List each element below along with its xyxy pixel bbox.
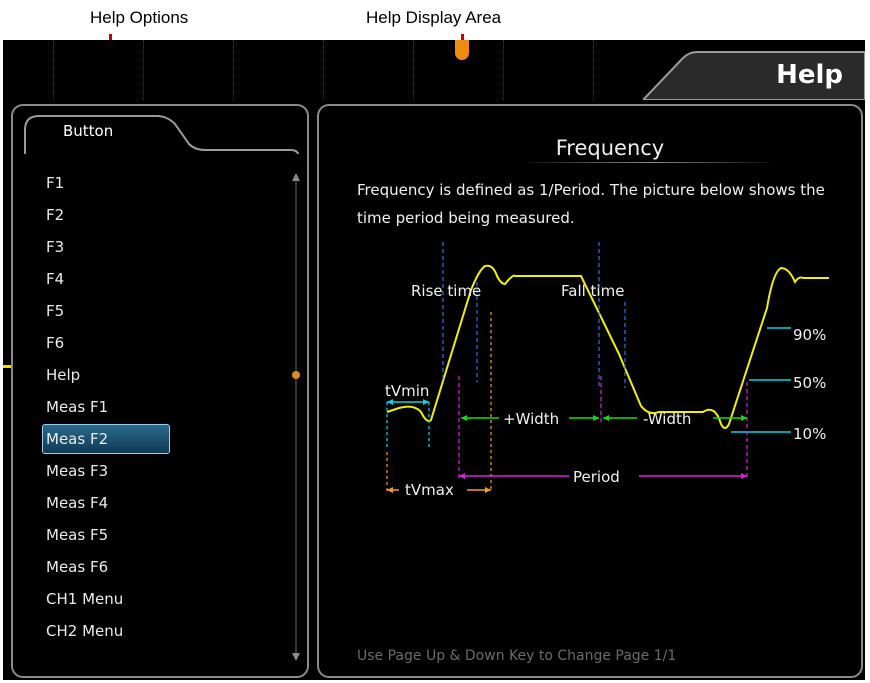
- trigger-marker-icon: [455, 40, 469, 60]
- page-hint: Use Page Up & Down Key to Change Page 1/…: [357, 648, 677, 664]
- fall-time-label: Fall time: [561, 282, 624, 300]
- scope-screen: Help Button F1 F2 F3 F4 F5 F6 Help Meas F1 Meas …: [3, 40, 865, 680]
- plus-width-label: +Width: [503, 410, 559, 428]
- tvmin-label: tVmin: [385, 382, 429, 400]
- help-option-item[interactable]: Meas F2: [42, 424, 170, 454]
- grid-line: [143, 40, 144, 100]
- minus-width-label: -Width: [643, 410, 691, 428]
- grid-line: [593, 40, 594, 100]
- up-arrow-icon[interactable]: [292, 173, 300, 181]
- grid-line: [503, 40, 504, 100]
- help-option-item[interactable]: F2: [43, 199, 283, 231]
- rise-time-label: Rise time: [411, 282, 481, 300]
- level-10-label: 10%: [793, 425, 826, 443]
- annotation-help-display-area: Help Display Area: [366, 8, 502, 27]
- grid-line: [233, 40, 234, 100]
- button-tab-outline: [24, 115, 299, 154]
- help-option-item[interactable]: F1: [43, 167, 283, 199]
- level-90-label: 90%: [793, 326, 826, 344]
- help-option-item[interactable]: CH2 Menu: [43, 615, 283, 647]
- window-title: Help: [776, 60, 843, 90]
- help-option-item[interactable]: Meas F6: [43, 551, 283, 583]
- help-option-item[interactable]: Meas F1: [43, 391, 283, 423]
- help-options-panel: Button F1 F2 F3 F4 F5 F6 Help Meas F1 Meas F2 Mea…: [11, 104, 309, 678]
- help-option-item[interactable]: F3: [43, 231, 283, 263]
- help-option-item[interactable]: CH1 Menu: [43, 583, 283, 615]
- tab-button[interactable]: Button: [63, 122, 113, 140]
- help-option-item[interactable]: Meas F3: [43, 455, 283, 487]
- help-display-panel: Frequency Frequency is defined as 1/Peri…: [317, 104, 863, 678]
- help-option-item[interactable]: F5: [43, 295, 283, 327]
- channel-marker-icon: [3, 365, 11, 368]
- help-option-item[interactable]: Meas F4: [43, 487, 283, 519]
- help-option-item[interactable]: F6: [43, 327, 283, 359]
- period-label: Period: [573, 468, 620, 486]
- help-option-item[interactable]: Meas F5: [43, 519, 283, 551]
- grid-line: [413, 40, 414, 100]
- down-arrow-icon[interactable]: [292, 653, 300, 661]
- grid-line: [323, 40, 324, 100]
- frequency-diagram: Rise time Fall time 90% 50% 10% tVmin tV…: [385, 242, 829, 499]
- annotation-help-options: Help Options: [90, 8, 189, 27]
- help-option-item[interactable]: Help: [43, 359, 283, 391]
- dot-icon[interactable]: [292, 371, 300, 379]
- level-50-label: 50%: [793, 374, 826, 392]
- grid-line: [53, 40, 54, 100]
- help-option-item[interactable]: F4: [43, 263, 283, 295]
- tvmax-label: tVmax: [405, 481, 454, 499]
- scrollbar[interactable]: [291, 172, 301, 662]
- help-options-list: F1 F2 F3 F4 F5 F6 Help Meas F1 Meas F2 Meas F3 Mea…: [42, 167, 283, 647]
